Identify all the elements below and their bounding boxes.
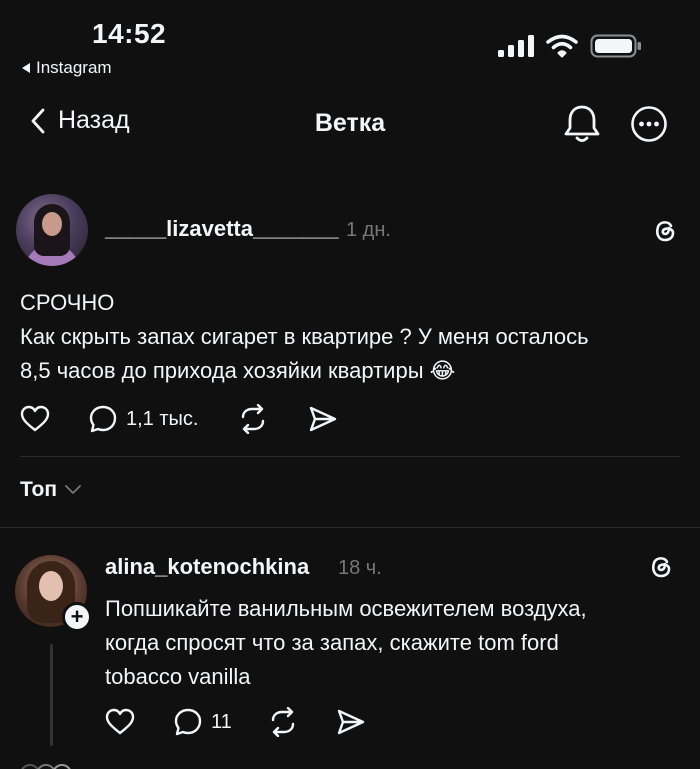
comment-icon: [89, 405, 117, 433]
like-button[interactable]: [105, 708, 135, 736]
reply-username[interactable]: alina_kotenochkina: [105, 554, 309, 580]
comment-button[interactable]: 1,1 тыс.: [88, 404, 198, 434]
share-icon: [337, 709, 364, 735]
reply-count: 1,1 тыс.: [126, 407, 199, 430]
repost-icon: [271, 707, 294, 737]
divider: [20, 456, 680, 457]
reply-actions: 11: [105, 707, 366, 737]
reply-post: + alina_kotenochkina 18 ч. Попшикайте ва…: [0, 552, 700, 769]
cellular-signal-icon: [498, 35, 534, 57]
repost-icon: [242, 404, 265, 434]
heart-icon: [20, 405, 50, 432]
chevron-down-icon: [65, 485, 81, 494]
battery-icon: [590, 34, 641, 58]
heart-icon: [105, 708, 135, 735]
reply-text-line: когда спросят что за запах, скажите tom …: [105, 630, 559, 655]
share-button[interactable]: [308, 405, 338, 433]
post-text-line: 8,5 часов до прихода хозяйки квартиры 😂: [20, 358, 456, 383]
status-bar: 14:52 Instagram: [0, 0, 700, 90]
reply-text: Попшикайте ванильным освежителем воздуха…: [105, 592, 685, 694]
sort-dropdown[interactable]: Топ: [20, 478, 81, 502]
nav-bar: Назад Ветка: [0, 100, 700, 150]
bell-icon[interactable]: [562, 102, 602, 146]
more-icon[interactable]: [629, 102, 669, 146]
share-button[interactable]: [336, 708, 366, 736]
sort-label: Топ: [20, 478, 58, 501]
reply-count: 11: [211, 710, 232, 733]
post-text-line: Как скрыть запах сигарет в квартире ? У …: [20, 324, 589, 349]
wifi-icon: [546, 34, 578, 58]
status-icons: [498, 34, 642, 58]
more-replies-avatars-icon: [21, 764, 71, 769]
thread-line: [50, 644, 53, 746]
post-text-line: СРОЧНО: [20, 290, 115, 315]
reply-text-line: Попшикайте ванильным освежителем воздуха…: [105, 596, 587, 621]
reply-timestamp: 18 ч.: [338, 557, 382, 579]
repost-button[interactable]: [268, 707, 298, 737]
back-to-app-label: Instagram: [36, 58, 112, 77]
back-triangle-icon: [22, 63, 30, 73]
post-text: СРОЧНО Как скрыть запах сигарет в кварти…: [20, 286, 690, 388]
avatar[interactable]: [16, 194, 88, 266]
post-username[interactable]: _____lizavetta_______: [105, 216, 339, 242]
status-time: 14:52: [92, 18, 167, 49]
repost-button[interactable]: [238, 404, 268, 434]
threads-icon[interactable]: [650, 216, 680, 246]
post-actions: 1,1 тыс.: [20, 404, 338, 434]
follow-button[interactable]: +: [62, 602, 92, 632]
back-to-app-link[interactable]: Instagram: [22, 58, 112, 78]
divider: [0, 527, 700, 528]
threads-icon[interactable]: [646, 552, 676, 582]
share-icon: [310, 406, 337, 432]
like-button[interactable]: [20, 405, 50, 433]
post-timestamp: 1 дн.: [346, 219, 391, 241]
comment-icon: [174, 708, 202, 736]
comment-button[interactable]: 11: [173, 707, 232, 737]
reply-text-line: tobacco vanilla: [105, 664, 251, 689]
